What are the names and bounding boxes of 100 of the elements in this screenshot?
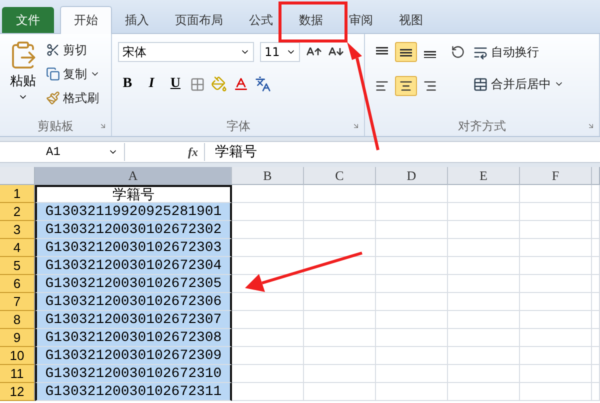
group-label: 字体 (226, 118, 250, 134)
grid-cell (520, 239, 592, 257)
grid-cell (304, 347, 376, 365)
row-header[interactable]: 9 (0, 329, 35, 347)
dialog-launcher-icon[interactable] (99, 122, 108, 130)
table-cell: G13032120030102672303 (35, 239, 232, 257)
grid-cell (232, 383, 304, 401)
format-painter-button[interactable]: 格式刷 (46, 88, 100, 108)
grid-cell (376, 203, 448, 221)
row-header[interactable]: 10 (0, 347, 35, 365)
horizontal-align-icon (423, 79, 438, 93)
dialog-launcher-icon[interactable] (352, 122, 360, 130)
grid-cell (448, 275, 520, 293)
paste-button[interactable]: 粘贴 (6, 40, 40, 116)
grid-cell (376, 257, 448, 275)
merge-center-button[interactable]: 合并后居中 (473, 74, 564, 94)
column-header[interactable]: B (232, 167, 304, 185)
grid-cell (448, 329, 520, 347)
paintbrush-icon (46, 91, 60, 105)
row-header[interactable]: 5 (0, 257, 35, 275)
ribbon-tab[interactable]: 插入 (112, 7, 162, 33)
column-header[interactable]: D (376, 167, 448, 185)
group-label: 剪贴板 (38, 118, 74, 134)
grid-cell (448, 203, 520, 221)
cut-button[interactable]: 剪切 (46, 40, 100, 60)
row-header[interactable]: 1 (0, 185, 35, 203)
grid-cell (232, 329, 304, 347)
bold-button[interactable]: B (118, 74, 136, 94)
grid-cell (304, 329, 376, 347)
table-cell: G13032120030102672306 (35, 293, 232, 311)
grid-cell (448, 221, 520, 239)
vertical-align-button[interactable] (395, 42, 418, 62)
grid-cell (232, 185, 304, 203)
grid-cell (376, 239, 448, 257)
formula-field[interactable]: 学籍号 (205, 143, 257, 161)
grid-cell (304, 365, 376, 383)
column-header[interactable]: A (35, 167, 232, 185)
column-header[interactable]: F (520, 167, 592, 185)
table-cell: G13032120030102672311 (35, 383, 232, 401)
grid-cell (520, 257, 592, 275)
ribbon-tab[interactable]: 公式 (236, 7, 286, 33)
name-box[interactable]: A1 (0, 143, 125, 161)
grid-cell (448, 257, 520, 275)
ribbon-tab[interactable]: 文件 (2, 7, 54, 33)
grid-cell (304, 239, 376, 257)
row-header[interactable]: 4 (0, 239, 35, 257)
ribbon-tab[interactable]: 数据 (286, 7, 336, 33)
insert-function-button[interactable]: fx (125, 143, 205, 161)
copy-button[interactable]: 复制 (46, 64, 100, 84)
orientation-icon[interactable] (451, 45, 466, 59)
row-header[interactable]: 11 (0, 365, 35, 383)
row-header[interactable]: 3 (0, 221, 35, 239)
dialog-launcher-icon[interactable] (587, 122, 595, 130)
copy-icon (46, 67, 60, 81)
column-header[interactable]: C (304, 167, 376, 185)
grid-cell (520, 365, 592, 383)
font-color-icon[interactable] (233, 76, 250, 92)
grid-cell (232, 347, 304, 365)
ribbon-tab[interactable]: 开始 (60, 6, 112, 34)
grid-cell (232, 221, 304, 239)
grid-cell (304, 185, 376, 203)
table-cell: G13032119920925281901 (35, 203, 232, 221)
ribbon-tab[interactable]: 审阅 (336, 7, 386, 33)
row-header[interactable]: 12 (0, 383, 35, 401)
row-header[interactable]: 7 (0, 293, 35, 311)
ribbon-tab[interactable]: 视图 (386, 7, 436, 33)
phonetic-icon[interactable] (255, 76, 272, 92)
grid-cell (448, 239, 520, 257)
horizontal-align-icon (375, 79, 390, 93)
grid-cell (304, 293, 376, 311)
fill-color-icon[interactable] (211, 76, 228, 92)
borders-icon[interactable] (190, 76, 206, 92)
font-name-select[interactable]: 宋体 (118, 42, 254, 62)
row-header[interactable]: 2 (0, 203, 35, 221)
table-cell: G13032120030102672308 (35, 329, 232, 347)
wrap-text-button[interactable]: 自动换行 (473, 42, 564, 62)
underline-button[interactable]: U (166, 74, 184, 94)
grid-cell (232, 293, 304, 311)
grid-cell (232, 203, 304, 221)
highlight-box (278, 2, 348, 42)
grid-cell (376, 329, 448, 347)
grid-cell (304, 275, 376, 293)
row-header[interactable]: 6 (0, 275, 35, 293)
vertical-align-icon (398, 46, 414, 58)
italic-button[interactable]: I (142, 74, 160, 94)
horizontal-align-button[interactable] (395, 76, 418, 96)
grid-cell (304, 203, 376, 221)
grid-cell (520, 311, 592, 329)
ribbon-tab[interactable]: 页面布局 (162, 7, 236, 33)
grid-cell (376, 185, 448, 203)
font-size-select[interactable]: 11 (260, 42, 300, 62)
grid-cell (232, 257, 304, 275)
grid-cell (376, 275, 448, 293)
grid-cell (376, 365, 448, 383)
column-header[interactable]: E (448, 167, 520, 185)
merge-cells-icon (473, 76, 488, 92)
row-header[interactable]: 8 (0, 311, 35, 329)
grid-cell (376, 347, 448, 365)
table-cell: G13032120030102672310 (35, 365, 232, 383)
grid-cell (448, 347, 520, 365)
